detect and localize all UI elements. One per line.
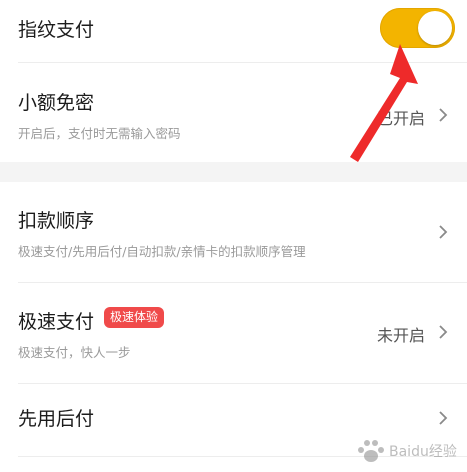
deduction-order-subtitle: 极速支付/先用后付/自动扣款/亲情卡的扣款顺序管理 [18, 244, 306, 259]
chevron-right-icon [439, 411, 448, 425]
small-amount-subtitle: 开启后，支付时无需输入密码 [18, 126, 181, 141]
deduction-order-title: 扣款顺序 [18, 210, 95, 232]
express-pay-subtitle: 极速支付，快人一步 [18, 345, 131, 360]
chevron-right-icon [439, 108, 448, 122]
pay-later-title: 先用后付 [18, 408, 95, 430]
small-amount-title: 小额免密 [18, 92, 95, 114]
express-pay-row[interactable]: 极速支付 极速支付，快人一步 未开启 [0, 283, 467, 383]
deduction-order-row[interactable]: 扣款顺序 极速支付/先用后付/自动扣款/亲情卡的扣款顺序管理 [0, 182, 467, 282]
express-pay-title: 极速支付 [18, 311, 95, 333]
svg-text:Baidu经验: Baidu经验 [389, 444, 457, 460]
baidu-watermark-logo: Baidu经验 [358, 440, 457, 462]
chevron-right-icon [439, 225, 448, 239]
express-pay-status: 未开启 [376, 326, 425, 345]
section-gap [0, 162, 467, 182]
annotation-arrow-icon [350, 44, 418, 162]
chevron-right-icon [439, 325, 448, 339]
express-experience-badge: 极速体验 [104, 307, 165, 328]
fingerprint-pay-title: 指纹支付 [18, 19, 95, 41]
